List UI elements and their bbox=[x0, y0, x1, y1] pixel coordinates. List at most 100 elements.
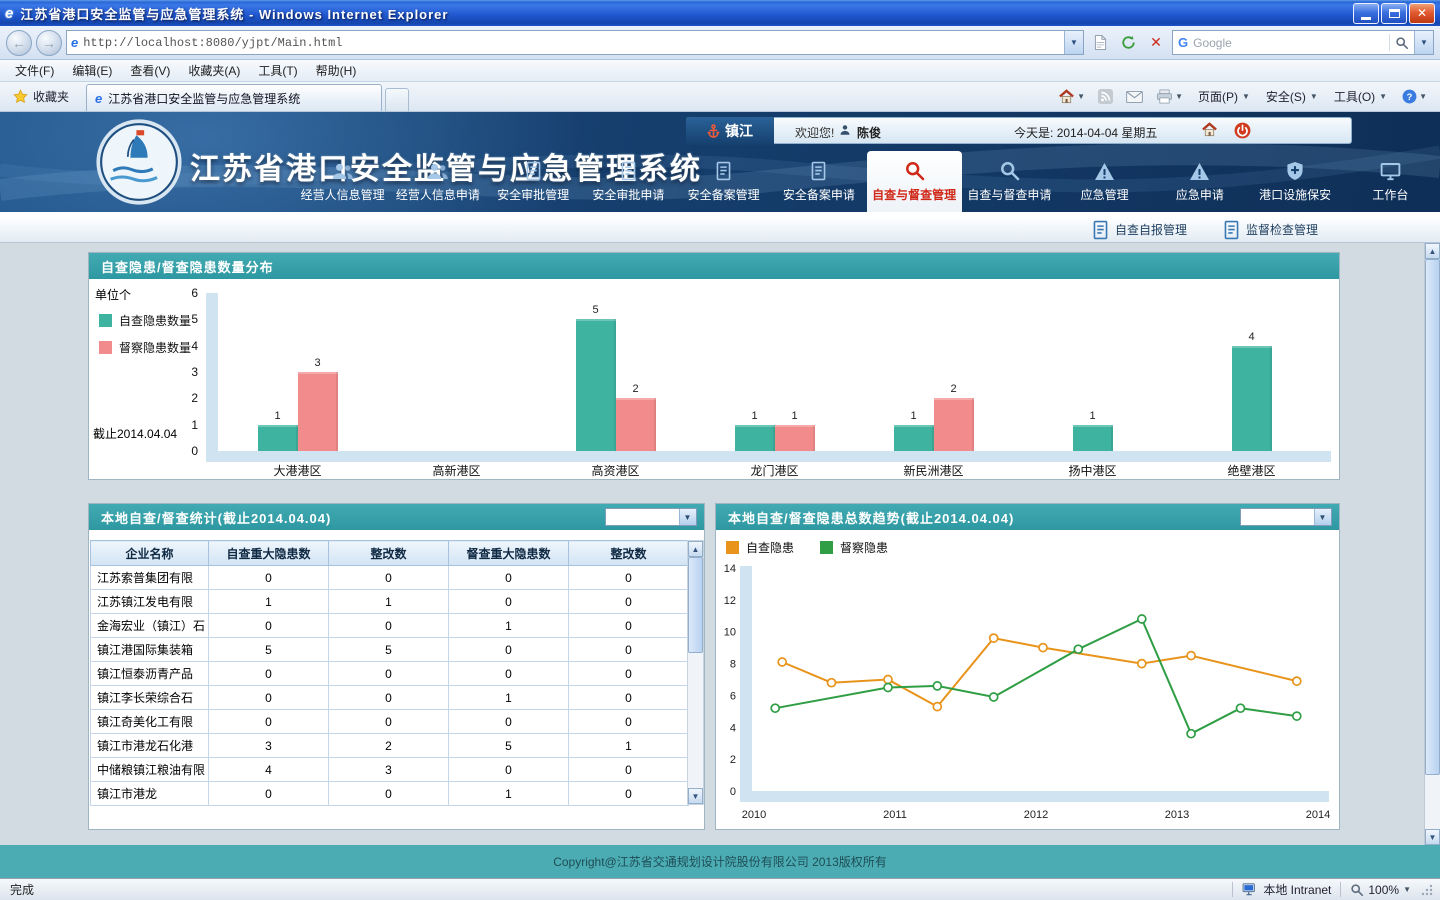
table-row[interactable]: 中储粮镇江粮油有限4300 bbox=[91, 758, 689, 782]
menu-item[interactable]: 编辑(E) bbox=[63, 59, 121, 82]
nav-item-7[interactable]: 自查与督查申请 bbox=[962, 151, 1057, 212]
search-input[interactable]: Google bbox=[1193, 36, 1384, 50]
menu-item[interactable]: 工具(T) bbox=[249, 59, 306, 82]
search-box[interactable]: G Google ▼ bbox=[1172, 30, 1434, 55]
nav-item-2[interactable]: 安全审批管理 bbox=[486, 151, 581, 212]
menu-item[interactable]: 查看(V) bbox=[121, 59, 179, 82]
nav-item-11[interactable]: 工作台 bbox=[1343, 151, 1438, 212]
submenu-item[interactable]: 自查自报管理 bbox=[1092, 220, 1187, 240]
refresh-button[interactable] bbox=[1116, 30, 1140, 55]
toolbar-button[interactable]: 工具(O)▼ bbox=[1327, 85, 1394, 108]
submenu-item[interactable]: 监督检查管理 bbox=[1223, 220, 1318, 240]
chevron-down-icon[interactable]: ▼ bbox=[679, 509, 696, 525]
scroll-up-icon[interactable]: ▲ bbox=[1425, 243, 1440, 259]
stats-filter-dropdown[interactable]: ▼ bbox=[605, 508, 697, 526]
nav-item-6[interactable]: 自查与督查管理 bbox=[867, 151, 962, 212]
table-cell: 0 bbox=[569, 710, 689, 734]
compatibility-view-button[interactable] bbox=[1088, 30, 1112, 55]
nav-item-label: 安全审批申请 bbox=[592, 186, 664, 203]
region-tab: 镇江 bbox=[686, 117, 774, 145]
table-header[interactable]: 整改数 bbox=[329, 541, 449, 566]
table-row[interactable]: 江苏索普集团有限0000 bbox=[91, 566, 689, 590]
resize-grip-icon[interactable] bbox=[1420, 883, 1434, 897]
computer-icon bbox=[1242, 883, 1258, 896]
search-magnifier-icon[interactable] bbox=[1395, 36, 1409, 50]
region-name: 镇江 bbox=[725, 121, 753, 141]
table-scrollbar[interactable]: ▲ ▼ bbox=[687, 540, 704, 805]
feeds-button[interactable] bbox=[1093, 86, 1118, 107]
table-cell: 0 bbox=[329, 566, 449, 590]
nav-item-4[interactable]: 安全备案管理 bbox=[676, 151, 771, 212]
bar-group: 52 bbox=[536, 293, 695, 451]
address-url[interactable]: http://localhost:8080/yjpt/Main.html bbox=[83, 36, 1064, 50]
logout-icon[interactable] bbox=[1234, 122, 1251, 139]
nav-item-9[interactable]: 应急申请 bbox=[1152, 151, 1247, 212]
home-button[interactable]: ▼ bbox=[1053, 86, 1090, 107]
page-scrollbar[interactable]: ▲ ▼ bbox=[1424, 243, 1440, 845]
nav-item-0[interactable]: 经营人信息管理 bbox=[295, 151, 390, 212]
menu-item[interactable]: 收藏夹(A) bbox=[179, 59, 249, 82]
nav-item-3[interactable]: 安全审批申请 bbox=[581, 151, 676, 212]
browser-tab[interactable]: e 江苏省港口安全监管与应急管理系统 bbox=[86, 84, 382, 111]
address-dropdown-button[interactable]: ▼ bbox=[1064, 31, 1083, 54]
table-header[interactable]: 整改数 bbox=[569, 541, 689, 566]
nav-item-8[interactable]: 应急管理 bbox=[1057, 151, 1152, 212]
table-row[interactable]: 镇江奇美化工有限0000 bbox=[91, 710, 689, 734]
table-row[interactable]: 镇江市港龙0010 bbox=[91, 782, 689, 806]
address-bar[interactable]: e http://localhost:8080/yjpt/Main.html ▼ bbox=[66, 30, 1084, 55]
scrollbar-thumb[interactable] bbox=[688, 557, 703, 653]
table-row[interactable]: 镇江市港龙石化港3251 bbox=[91, 734, 689, 758]
stop-button[interactable]: ✕ bbox=[1144, 30, 1168, 55]
table-row[interactable]: 镇江李长荣综合石0010 bbox=[91, 686, 689, 710]
favorites-button[interactable]: 收藏夹 bbox=[4, 83, 78, 109]
scrollbar-thumb[interactable] bbox=[1425, 259, 1440, 775]
table-header[interactable]: 自查重大隐患数 bbox=[209, 541, 329, 566]
toolbar-button[interactable]: 安全(S)▼ bbox=[1259, 85, 1325, 108]
search-options-button[interactable]: ▼ bbox=[1414, 31, 1433, 54]
bar: 2 bbox=[616, 398, 656, 451]
table-cell: 0 bbox=[209, 782, 329, 806]
bar-y-tick: 1 bbox=[172, 418, 198, 432]
bar: 1 bbox=[258, 425, 298, 451]
table-row[interactable]: 金海宏业（镇江）石0010 bbox=[91, 614, 689, 638]
window-titlebar[interactable]: e 江苏省港口安全监管与应急管理系统 - Windows Internet Ex… bbox=[0, 0, 1440, 26]
table-cell: 5 bbox=[209, 638, 329, 662]
scroll-down-icon[interactable]: ▼ bbox=[688, 788, 703, 804]
nav-item-10[interactable]: 港口设施保安 bbox=[1248, 151, 1343, 212]
table-header[interactable]: 企业名称 bbox=[91, 541, 209, 566]
username: 陈俊 bbox=[857, 124, 881, 141]
help-button[interactable]: ?▼ bbox=[1397, 86, 1432, 107]
table-row[interactable]: 江苏镇江发电有限1100 bbox=[91, 590, 689, 614]
scroll-down-icon[interactable]: ▼ bbox=[1425, 829, 1440, 845]
chevron-down-icon[interactable]: ▼ bbox=[1314, 509, 1331, 525]
zoom-control[interactable]: 100% ▼ bbox=[1350, 883, 1411, 897]
maximize-button[interactable] bbox=[1381, 3, 1407, 24]
nav-item-5[interactable]: 安全备案申请 bbox=[771, 151, 866, 212]
portal-home-icon[interactable] bbox=[1201, 122, 1218, 137]
menu-item[interactable]: 文件(F) bbox=[6, 59, 63, 82]
table-header[interactable]: 督查重大隐患数 bbox=[449, 541, 569, 566]
close-button[interactable]: ✕ bbox=[1409, 3, 1435, 24]
nav-item-1[interactable]: 经营人信息申请 bbox=[390, 151, 485, 212]
table-row[interactable]: 镇江港国际集装箱5500 bbox=[91, 638, 689, 662]
monitor-icon bbox=[1380, 157, 1401, 181]
favorites-label: 收藏夹 bbox=[33, 88, 69, 105]
table-row[interactable]: 镇江恒泰沥青产品0000 bbox=[91, 662, 689, 686]
trend-filter-dropdown[interactable]: ▼ bbox=[1240, 508, 1332, 526]
minimize-button[interactable] bbox=[1353, 3, 1379, 24]
back-button[interactable]: ← bbox=[6, 30, 32, 56]
new-tab-button[interactable] bbox=[385, 88, 409, 111]
table-cell: 0 bbox=[329, 710, 449, 734]
scroll-up-icon[interactable]: ▲ bbox=[688, 541, 703, 557]
doc-icon bbox=[1092, 220, 1109, 240]
nav-item-label: 经营人信息申请 bbox=[396, 186, 480, 203]
bar-category-label: 扬中港区 bbox=[1013, 462, 1172, 479]
menu-item[interactable]: 帮助(H) bbox=[307, 59, 366, 82]
table-cell: 镇江李长荣综合石 bbox=[91, 686, 209, 710]
zone-text: 本地 Intranet bbox=[1263, 881, 1331, 898]
read-mail-button[interactable] bbox=[1121, 88, 1148, 106]
forward-button[interactable]: → bbox=[36, 30, 62, 56]
toolbar-button[interactable]: 页面(P)▼ bbox=[1191, 85, 1257, 108]
print-button[interactable]: ▼ bbox=[1151, 86, 1188, 107]
bar-group: 1 bbox=[1013, 293, 1172, 451]
